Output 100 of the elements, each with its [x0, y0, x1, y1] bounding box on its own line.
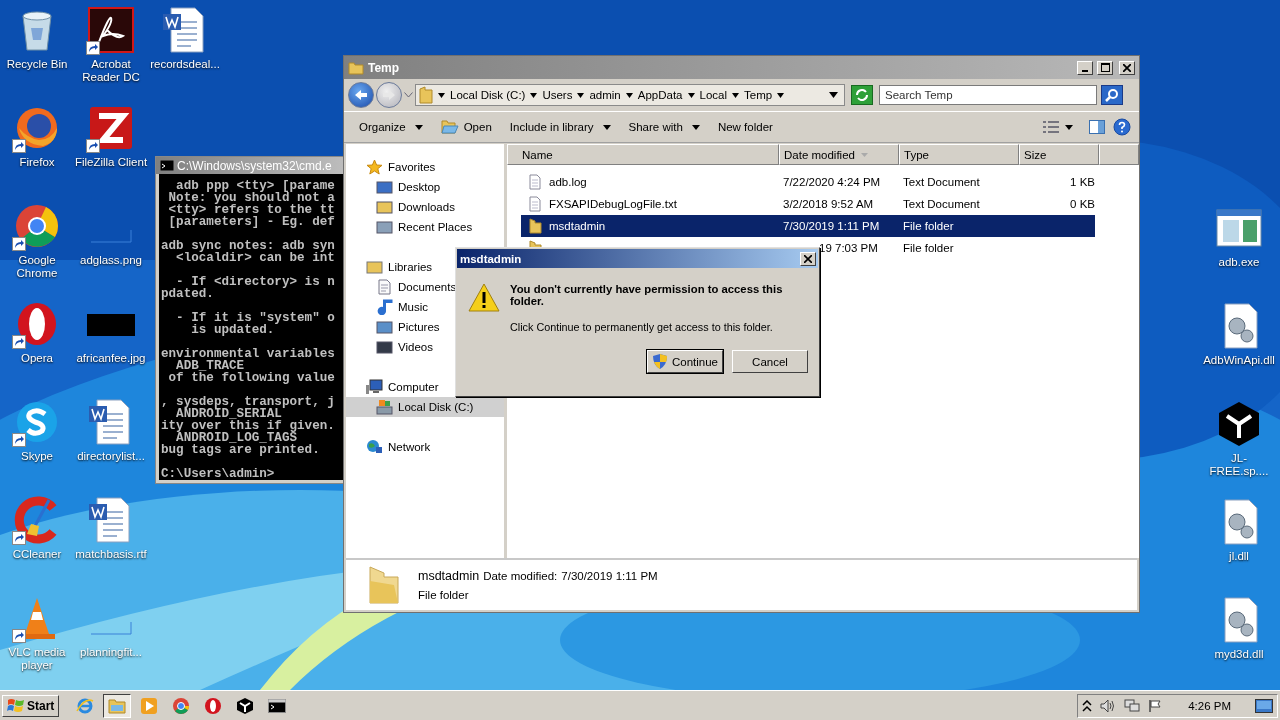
- speaker-icon[interactable]: [1100, 698, 1117, 713]
- caret-icon[interactable]: [829, 92, 838, 98]
- terminal-icon: [268, 696, 287, 715]
- type-cell-text: File folder: [902, 220, 955, 232]
- caret-icon[interactable]: [625, 92, 633, 98]
- column-header[interactable]: Name: [507, 144, 779, 165]
- nav-item[interactable]: Downloads: [346, 197, 504, 217]
- search-button[interactable]: [1101, 85, 1123, 105]
- column-header[interactable]: Date modified: [779, 144, 899, 165]
- folder-icon: [376, 199, 393, 215]
- dialog-button[interactable]: Continue: [647, 350, 723, 373]
- toolbar-button[interactable]: Include in library: [502, 118, 618, 136]
- console-line: ANDROID_SERIAL: [176, 408, 282, 420]
- nav-item[interactable]: Favorites: [346, 157, 504, 177]
- icon-label[interactable]: Firefox: [19, 156, 55, 169]
- caret-icon[interactable]: [438, 92, 445, 98]
- shortcut-arrow-icon: [12, 139, 26, 153]
- start-button[interactable]: Start: [2, 694, 60, 717]
- close-button[interactable]: [800, 251, 816, 266]
- shortcut-arrow-icon: [12, 531, 26, 545]
- nav-item[interactable]: Desktop: [346, 177, 504, 197]
- caret-icon[interactable]: [732, 92, 740, 98]
- toolbar-button[interactable]: New folder: [710, 118, 780, 136]
- console-line: environmental variables: [161, 348, 336, 360]
- preview-pane-button[interactable]: [1087, 118, 1107, 136]
- console-line: of the following value: [167, 372, 336, 384]
- caret-icon[interactable]: [687, 92, 695, 98]
- document-icon: [376, 279, 393, 295]
- file-row[interactable]: FXSAPIDebugLogFile.txt 3/2/2018 9:52 AM Text Document 0 KB: [521, 193, 1095, 215]
- film-icon: [376, 339, 393, 355]
- nav-item[interactable]: Network: [346, 437, 504, 457]
- selected-row[interactable]: msdtadmin 7/30/2019 1:11 PM File folder: [521, 215, 1095, 237]
- terminal-icon: [160, 160, 174, 171]
- breadcrumb-item[interactable]: Local Disk (C:): [450, 89, 526, 101]
- maximize-button[interactable]: [1097, 60, 1113, 75]
- icon-label[interactable]: JL-FREE.sp....: [1204, 452, 1274, 478]
- taskbar-button[interactable]: [103, 693, 132, 718]
- caret-icon[interactable]: [577, 92, 585, 98]
- column-header[interactable]: Type: [899, 144, 1019, 165]
- icon-label[interactable]: Recycle Bin: [6, 58, 68, 71]
- column-header[interactable]: Size: [1019, 144, 1099, 165]
- caret-icon[interactable]: [530, 92, 538, 98]
- clock[interactable]: 4:26 PM: [1188, 699, 1231, 712]
- console-line: is updated.: [190, 324, 275, 336]
- forward-button[interactable]: [376, 82, 402, 108]
- icon-label[interactable]: Acrobat Reader DC: [76, 58, 146, 84]
- icon-label[interactable]: jl.dll: [1229, 550, 1249, 563]
- breadcrumb-item[interactable]: Temp: [744, 89, 773, 101]
- minimize-button[interactable]: [1077, 60, 1093, 75]
- back-button[interactable]: [348, 82, 374, 108]
- breadcrumb-item[interactable]: Local: [699, 89, 728, 101]
- icon-label[interactable]: africanfee.jpg: [76, 352, 146, 365]
- address-bar[interactable]: Local Disk (C:) Users admin AppData Local Temp: [415, 84, 845, 106]
- toolbar-button[interactable]: Share with: [621, 118, 707, 136]
- dialog-button[interactable]: Cancel: [732, 350, 808, 373]
- icon-label[interactable]: adb.exe: [1218, 256, 1260, 269]
- chrome-icon[interactable]: [13, 202, 61, 250]
- nav-item[interactable]: Recent Places: [346, 217, 504, 237]
- column-header[interactable]: [1099, 144, 1139, 165]
- shortcut-arrow-icon: [86, 139, 100, 153]
- computer-icon: [366, 379, 383, 395]
- item-type: File folder: [418, 589, 469, 601]
- icon-label[interactable]: Skype: [21, 450, 53, 463]
- icon-label[interactable]: myd3d.dll: [1214, 648, 1264, 661]
- filezilla-icon[interactable]: [87, 104, 135, 152]
- breadcrumb-item[interactable]: Users: [542, 89, 573, 101]
- folder-icon: [348, 60, 364, 75]
- refresh-button[interactable]: [851, 85, 873, 105]
- breadcrumb-item[interactable]: admin: [589, 89, 621, 101]
- icon-label[interactable]: AdbWinApi.dll: [1203, 354, 1275, 367]
- caret-icon[interactable]: [1065, 124, 1073, 130]
- close-button[interactable]: [1119, 60, 1135, 75]
- item-name: msdtadmin: [418, 569, 480, 583]
- file-row[interactable]: adb.log 7/22/2020 4:24 PM Text Document 1 KB: [521, 171, 1095, 193]
- icon-label[interactable]: adglass.png: [80, 254, 142, 267]
- shortcut-arrow-icon: [12, 433, 26, 447]
- icon-label[interactable]: Google Chrome: [2, 254, 72, 280]
- icon-label[interactable]: recordsdeal...: [150, 58, 220, 71]
- chevron-icon[interactable]: [1082, 699, 1093, 712]
- nav-item[interactable]: Local Disk (C:): [346, 397, 504, 417]
- file-name: FXSAPIDebugLogFile.txt: [549, 198, 677, 210]
- acrobat-icon[interactable]: [87, 6, 135, 54]
- icon-label[interactable]: directorylist...: [77, 450, 145, 463]
- show-desktop-icon[interactable]: [1255, 697, 1273, 714]
- toolbar-button[interactable]: Open: [433, 117, 499, 137]
- icon-label[interactable]: FileZilla Client: [74, 156, 148, 169]
- preview-pane-icon: [1089, 120, 1105, 134]
- icon-label[interactable]: Opera: [21, 352, 53, 365]
- breadcrumb-item[interactable]: AppData: [637, 89, 683, 101]
- size-cell: 0 KB: [1070, 198, 1095, 210]
- globe-icon: [366, 439, 383, 455]
- search-field[interactable]: Search Temp: [879, 85, 1097, 105]
- toolbar-button[interactable]: Organize: [352, 118, 430, 136]
- help-button[interactable]: [1111, 116, 1133, 138]
- warning-icon: [468, 283, 500, 313]
- network-icon[interactable]: [1124, 698, 1141, 713]
- caret-icon[interactable]: [777, 92, 785, 98]
- property-value: 7/30/2019 1:11 PM: [561, 570, 658, 582]
- flag-icon[interactable]: [1148, 698, 1163, 713]
- file-name: msdtadmin: [549, 220, 606, 232]
